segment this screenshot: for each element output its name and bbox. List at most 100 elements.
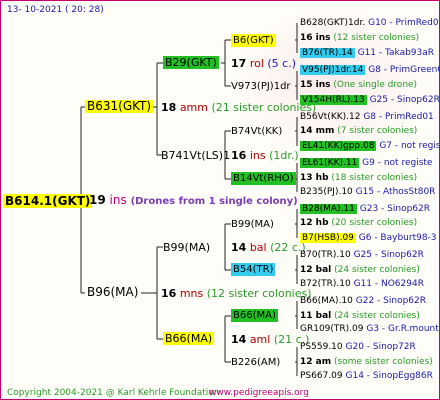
root-queen[interactable]: B614.1(GKT): [3, 194, 93, 208]
gen4-code-14: G6 - Bayburt98-3: [358, 233, 437, 243]
gen4-row-3[interactable]: V95(PJ)1dr.14 G8 - PrimGreen00: [300, 64, 439, 77]
gen4-code-23: G14 - SinopEgg86R: [345, 371, 433, 381]
gen3-queen-6[interactable]: B66(MA): [231, 309, 278, 322]
gen1-info-0: 18 amm (21 sister colonies): [161, 101, 316, 114]
gen4-note-19: (24 sister colonies): [334, 311, 420, 321]
gen4-row-5[interactable]: V154H(RL).13 G25 - Sinop62R: [300, 94, 440, 107]
gen4-row-13: 12 hb (20 sister colonies): [300, 217, 417, 230]
gen2-count-2: 14: [231, 241, 247, 254]
gen2-count-3: 14: [231, 333, 247, 346]
gen2-info-0: 17 rol (5 c.): [231, 57, 296, 70]
gen4-row-21[interactable]: PS559.10 G20 - Sinop72R: [300, 341, 416, 354]
gen3-queen-4[interactable]: B99(MA): [231, 218, 274, 231]
gen4-name-6: B56Vt(KK).12: [300, 112, 361, 122]
gen4-code-18: G22 - Sinop62R: [355, 296, 427, 306]
gen4-name-3: V95(PJ)1dr.14: [300, 65, 366, 75]
gen4-row-14[interactable]: B7(HSB).09 G6 - Bayburt98-3: [300, 232, 437, 245]
gen4-row-7: 14 mm (7 sister colonies): [300, 125, 417, 138]
gen4-row-11[interactable]: B235(PJ).10 G15 - AthosSt80R: [300, 186, 435, 199]
gen4-row-19: 11 bal (24 sister colonies): [300, 310, 420, 323]
gen4-name-14: B7(HSB).09: [300, 233, 356, 243]
gen4-name-2: B76(TR).14: [300, 48, 355, 58]
gen4-row-20[interactable]: GR109(TR).09 G3 - Gr.R.mounta: [300, 323, 440, 336]
gen2-note-1: (1dr.): [269, 149, 299, 162]
gen4-code-20: G3 - Gr.R.mounta: [366, 324, 440, 334]
pedigree-page: { "header": {"date": "13- 10-2021 ( 20: …: [0, 0, 440, 400]
gen4-name-8: EL41(KK)gpp.08: [300, 141, 377, 151]
footer-link[interactable]: www.pedigreeapis.org: [209, 387, 309, 399]
gen4-name-7: 14 mm: [300, 126, 335, 136]
gen4-row-17[interactable]: B72(TR).10 G11 - NO6294R: [300, 278, 424, 291]
gen4-name-15: B70(TR).10: [300, 250, 351, 260]
gen2-unit-3: aml: [249, 333, 271, 346]
gen4-code-2: G11 - Takab93aR: [357, 48, 435, 58]
gen4-row-1: 16 ins (12 sister colonies): [300, 32, 419, 45]
gen4-code-21: G20 - Sinop72R: [345, 342, 416, 352]
root-unit: ins: [109, 193, 127, 207]
gen4-code-6: G8 - PrimRed01: [363, 112, 434, 122]
gen4-row-9[interactable]: EL61(KK).11 G9 - not registe: [300, 157, 432, 170]
gen3-queen-3[interactable]: B14Vt(RHO): [231, 172, 296, 185]
gen1-info-1: 16 mns (12 sister colonies): [161, 287, 312, 300]
gen2-info-2: 14 bal (22 c.): [231, 241, 306, 254]
gen4-name-17: B72(TR).10: [300, 279, 351, 289]
gen4-row-4: 15 ins (One single drone): [300, 79, 417, 92]
gen1-unit-0: amm: [179, 101, 208, 114]
date-stamp: 13- 10-2021 ( 20: 28): [7, 5, 104, 15]
gen2-queen-0[interactable]: B29(GKT): [163, 56, 219, 69]
gen4-row-12[interactable]: B28(MA).11 G23 - Sinop62R: [300, 203, 430, 216]
gen4-row-0[interactable]: B628(GKT)1dr. G10 - PrimRed01: [300, 17, 440, 30]
gen2-note-0: (5 c.): [267, 57, 297, 70]
gen3-queen-0[interactable]: B6(GKT): [231, 34, 276, 47]
gen4-code-0: G10 - PrimRed01: [368, 18, 440, 28]
gen4-name-20: GR109(TR).09: [300, 324, 364, 334]
root-info: 19 ins (Drones from 1 single colony): [89, 194, 298, 208]
gen2-queen-3[interactable]: B66(MA): [163, 332, 215, 345]
gen4-note-4: (One single drone): [333, 80, 418, 90]
root-note: (Drones from 1 single colony): [130, 196, 298, 207]
gen3-queen-7[interactable]: B226(AM): [231, 356, 280, 369]
gen4-code-3: G8 - PrimGreen00: [368, 65, 439, 75]
gen1-count-1: 16: [161, 287, 177, 300]
gen4-code-17: G11 - NO6294R: [353, 279, 424, 289]
gen4-row-2[interactable]: B76(TR).14 G11 - Takab93aR: [300, 47, 434, 60]
gen2-info-3: 14 aml (21 c.): [231, 333, 309, 346]
gen4-code-9: G9 - not registe: [362, 158, 433, 168]
gen4-note-7: (7 sister colonies): [337, 126, 418, 136]
gen4-name-18: B66(MA).10: [300, 296, 353, 306]
gen4-name-19: 11 bal: [300, 311, 332, 321]
gen4-row-8[interactable]: EL41(KK)gpp.08 G7 - not registe: [300, 140, 440, 153]
gen1-queen-1[interactable]: B96(MA): [87, 286, 138, 299]
gen4-name-22: 12 am: [300, 357, 332, 367]
gen1-unit-1: mns: [179, 287, 204, 300]
gen2-queen-2[interactable]: B99(MA): [163, 241, 210, 254]
gen4-name-0: B628(GKT)1dr.: [300, 18, 366, 28]
gen4-code-15: G25 - Sinop62R: [353, 250, 424, 260]
gen4-name-4: 15 ins: [300, 80, 331, 90]
gen4-name-5: V154H(RL).13: [300, 95, 367, 105]
gen4-name-1: 16 ins: [300, 33, 331, 43]
footer-copyright: Copyright 2004-2021 @ Karl Kehrle Founda…: [7, 388, 220, 398]
gen4-name-11: B235(PJ).10: [300, 187, 353, 197]
gen3-queen-1[interactable]: V973(PJ)1dr: [231, 80, 291, 93]
gen3-queen-2[interactable]: B74Vt(KK): [231, 125, 282, 138]
gen4-row-10: 13 hb (18 sister colonies): [300, 172, 417, 185]
gen4-note-10: (18 sister colonies): [331, 173, 418, 183]
gen4-code-8: G7 - not registe: [379, 141, 440, 151]
gen2-queen-1[interactable]: B741Vt(LS)1: [161, 149, 230, 162]
gen4-name-10: 13 hb: [300, 173, 329, 183]
gen4-row-18[interactable]: B66(MA).10 G22 - Sinop62R: [300, 295, 426, 308]
gen4-code-5: G25 - Sinop62R: [369, 95, 440, 105]
gen4-name-13: 12 hb: [300, 218, 329, 228]
gen2-count-1: 16: [231, 149, 247, 162]
gen2-unit-2: bal: [249, 241, 267, 254]
gen1-queen-0[interactable]: B631(GKT): [85, 100, 154, 113]
gen4-row-15[interactable]: B70(TR).10 G25 - Sinop62R: [300, 249, 424, 262]
gen4-code-12: G23 - Sinop62R: [359, 204, 431, 214]
gen4-name-23: PS667.09: [300, 371, 343, 381]
gen4-row-6[interactable]: B56Vt(KK).12 G8 - PrimRed01: [300, 111, 434, 124]
gen4-note-1: (12 sister colonies): [333, 33, 420, 43]
gen3-queen-5[interactable]: B54(TR): [231, 263, 276, 276]
gen4-code-11: G15 - AthosSt80R: [355, 187, 436, 197]
gen4-row-23[interactable]: PS667.09 G14 - SinopEgg86R: [300, 370, 433, 383]
